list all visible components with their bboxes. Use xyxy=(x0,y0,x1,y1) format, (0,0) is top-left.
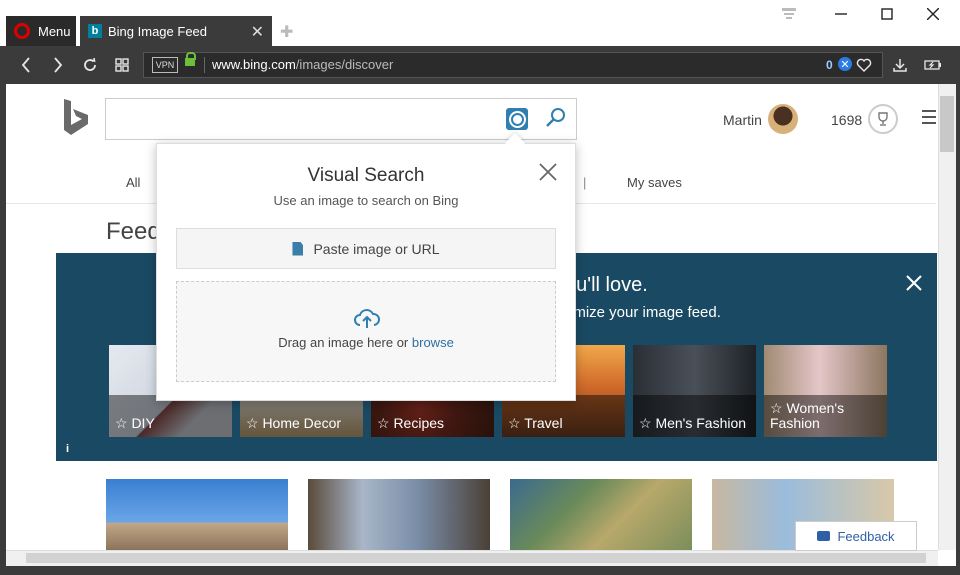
feedback-label: Feedback xyxy=(837,528,895,544)
feedback-button[interactable]: Feedback xyxy=(795,521,917,551)
cloud-upload-icon xyxy=(354,309,380,329)
user-name[interactable]: Martin xyxy=(723,112,762,128)
document-icon xyxy=(292,241,304,256)
opera-menu-button[interactable]: Menu xyxy=(6,16,76,46)
horizontal-scroll-thumb[interactable] xyxy=(26,553,926,563)
window-frame-left xyxy=(0,84,6,575)
download-icon[interactable] xyxy=(890,46,910,84)
banner-heading: ou'll love. xyxy=(565,274,648,296)
vertical-scrollbar[interactable] xyxy=(938,84,957,550)
window-frame-bottom xyxy=(0,566,960,575)
url-text[interactable]: www.bing.com/images/discover xyxy=(212,57,393,72)
visual-search-subtitle: Use an image to search on Bing xyxy=(273,193,459,208)
tab-bing-image-feed[interactable]: b Bing Image Feed ✕ xyxy=(80,16,272,46)
feed-image[interactable] xyxy=(308,479,490,551)
hamburger-menu-icon[interactable] xyxy=(922,110,936,128)
new-tab-icon[interactable]: ✚ xyxy=(280,22,293,42)
paste-image-url-button[interactable]: Paste image or URL xyxy=(176,228,556,269)
tab-my-saves[interactable]: My saves xyxy=(627,175,682,190)
banner-close-icon[interactable] xyxy=(902,271,926,295)
info-icon[interactable]: i xyxy=(66,443,69,455)
maximize-icon[interactable] xyxy=(864,4,910,24)
secure-lock-icon[interactable] xyxy=(185,52,196,66)
banner-subtext: omize your image feed. xyxy=(565,304,721,321)
rewards-trophy-icon[interactable] xyxy=(868,104,898,134)
blocked-ads-count: 0 xyxy=(826,58,833,72)
tile-label: ☆ Recipes xyxy=(377,415,445,431)
close-window-icon[interactable] xyxy=(910,4,956,24)
tile-label: ☆ Men's Fashion xyxy=(639,415,747,431)
category-tile-womens-fashion[interactable]: ☆ Women's Fashion xyxy=(764,345,887,437)
back-icon[interactable] xyxy=(14,46,38,84)
visual-search-close-icon[interactable] xyxy=(537,161,559,183)
forward-icon[interactable] xyxy=(46,46,70,84)
url-domain: www.bing.com xyxy=(212,57,296,72)
battery-saver-icon[interactable] xyxy=(922,46,944,84)
url-path: /images/discover xyxy=(295,57,394,72)
vertical-scroll-thumb[interactable] xyxy=(940,96,954,152)
page-title: Feed xyxy=(106,218,161,245)
subnav-separator: | xyxy=(583,175,587,190)
visual-search-camera-icon[interactable] xyxy=(506,108,528,130)
feed-image[interactable] xyxy=(106,479,288,551)
bing-favicon-icon: b xyxy=(88,24,102,38)
heart-bookmark-icon[interactable] xyxy=(854,46,874,84)
drop-instruction: Drag an image here or xyxy=(278,335,409,350)
visual-search-title: Visual Search xyxy=(307,165,425,186)
paste-label: Paste image or URL xyxy=(313,240,440,257)
menu-label: Menu xyxy=(38,23,71,39)
opera-logo-icon xyxy=(14,23,30,39)
browse-link[interactable]: browse xyxy=(412,335,454,350)
search-icon[interactable] xyxy=(545,107,567,129)
feed-image[interactable] xyxy=(510,479,692,551)
avatar[interactable] xyxy=(768,104,798,134)
speed-dial-icon[interactable] xyxy=(110,46,134,84)
tab-all[interactable]: All xyxy=(126,175,140,190)
ad-block-shield-icon[interactable]: ✕ xyxy=(838,57,852,71)
tile-label: ☆ Women's Fashion xyxy=(770,400,845,431)
window-frame-right xyxy=(956,84,960,575)
tab-title: Bing Image Feed xyxy=(108,23,208,39)
stash-icon[interactable] xyxy=(766,4,812,24)
feedback-bubble-icon xyxy=(817,531,831,541)
tile-label: ☆ Home Decor xyxy=(246,415,342,431)
bing-logo[interactable] xyxy=(62,98,90,148)
minimize-icon[interactable] xyxy=(818,4,864,24)
tab-close-icon[interactable]: ✕ xyxy=(251,22,264,42)
drop-zone-text: Drag an image here or browse xyxy=(176,335,556,350)
tile-label: ☆ Travel xyxy=(508,415,563,431)
address-divider xyxy=(204,57,205,73)
reload-icon[interactable] xyxy=(78,46,102,84)
tile-label: ☆ DIY xyxy=(115,415,155,431)
vpn-badge[interactable]: VPN xyxy=(152,57,178,73)
reward-points[interactable]: 1698 xyxy=(831,112,862,128)
image-drop-zone[interactable] xyxy=(176,281,556,382)
category-tile-mens-fashion[interactable]: ☆ Men's Fashion xyxy=(633,345,756,437)
